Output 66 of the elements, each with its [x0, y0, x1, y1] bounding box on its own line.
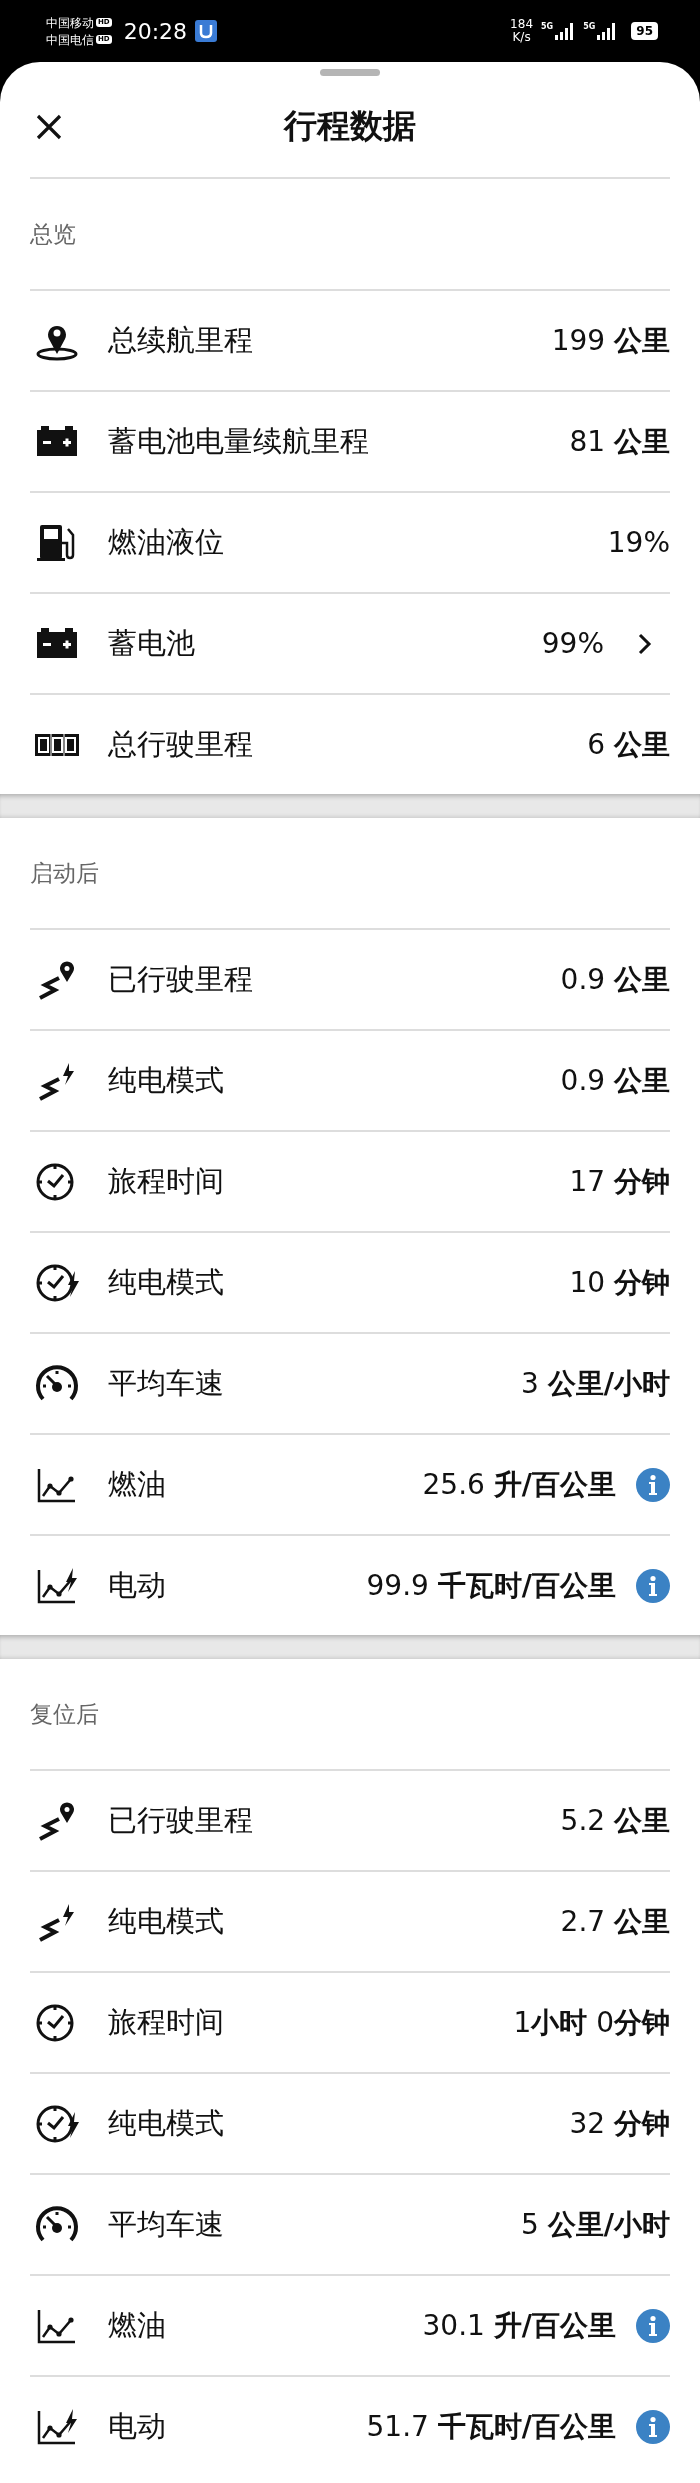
row-label: 已行驶里程	[108, 1801, 254, 1839]
info-icon	[636, 2409, 670, 2444]
app-notification-icon	[195, 20, 218, 42]
network-type: 5G	[541, 22, 554, 31]
row-value: 3 公里/小时	[521, 1365, 670, 1402]
row-value: 6 公里	[587, 726, 670, 763]
info-icon	[636, 1568, 670, 1603]
section-title: 启动后	[30, 858, 99, 888]
close-icon	[36, 114, 62, 140]
signal-icon	[555, 22, 576, 40]
row-value: 25.6 升/百公里	[422, 1466, 616, 1503]
row-label: 蓄电池	[108, 624, 196, 662]
row-label: 燃油	[108, 1465, 167, 1503]
drag-handle[interactable]	[320, 69, 380, 76]
row-value: 0.9 公里	[560, 961, 670, 998]
clock-bolt-icon	[35, 2103, 79, 2144]
battery-indicator: 95	[631, 22, 658, 40]
row-value: 30.1 升/百公里	[422, 2307, 616, 2344]
row-value: 99.9 千瓦时/百公里	[366, 1567, 616, 1604]
info-button[interactable]	[636, 2308, 670, 2343]
row-value: 51.7 千瓦时/百公里	[366, 2408, 616, 2445]
row-value: 81 公里	[569, 423, 670, 460]
row-label: 纯电模式	[108, 1061, 225, 1099]
signal-icon	[597, 22, 618, 40]
carrier-name: 中国电信	[46, 31, 94, 48]
section-title: 总览	[30, 219, 76, 249]
row-value: 32 分钟	[569, 2105, 670, 2142]
row-label: 平均车速	[108, 1364, 225, 1402]
row-label: 电动	[108, 1566, 167, 1604]
row-value: 1小时 0分钟	[513, 2004, 670, 2041]
row-value: 10 分钟	[569, 1264, 670, 1301]
row-label: 已行驶里程	[108, 960, 254, 998]
info-button[interactable]	[636, 1467, 670, 1502]
network-type: 5G	[583, 22, 596, 31]
row-label: 旅程时间	[108, 2003, 225, 2041]
info-icon	[636, 1467, 670, 1502]
row-label: 纯电模式	[108, 1902, 225, 1940]
info-button[interactable]	[636, 1568, 670, 1603]
info-button[interactable]	[636, 2409, 670, 2444]
chevron-right-icon	[638, 632, 652, 655]
row-value: 0.9 公里	[560, 1062, 670, 1099]
info-icon	[636, 2308, 670, 2343]
row-value: 5.2 公里	[560, 1802, 670, 1839]
row-label: 平均车速	[108, 2205, 225, 2243]
row-value: 5 公里/小时	[521, 2206, 670, 2243]
row-label: 总续航里程	[108, 321, 254, 359]
row-value: 199 公里	[551, 322, 670, 359]
clock-time: 20:28	[123, 18, 188, 44]
clock-bolt-icon	[35, 1262, 79, 1303]
network-speed-unit: K/s	[512, 31, 531, 44]
network-speed: 184	[510, 18, 533, 31]
carrier-name: 中国移动	[46, 14, 94, 31]
row-label: 纯电模式	[108, 2104, 225, 2142]
row-value: 2.7 公里	[560, 1903, 670, 1940]
row-value: 19%	[607, 526, 670, 559]
row-label: 电动	[108, 2407, 167, 2445]
row-label: 燃油	[108, 2306, 167, 2344]
row-value: 99%	[541, 627, 604, 660]
row-label: 纯电模式	[108, 1263, 225, 1301]
row-value: 17 分钟	[569, 1163, 670, 1200]
row-label: 蓄电池电量续航里程	[108, 422, 370, 460]
section-title: 复位后	[30, 1699, 99, 1729]
row-label: 总行驶里程	[108, 725, 254, 763]
sheet-title: 行程数据	[284, 105, 416, 147]
row-label: 燃油液位	[108, 523, 225, 561]
row-label: 旅程时间	[108, 1162, 225, 1200]
